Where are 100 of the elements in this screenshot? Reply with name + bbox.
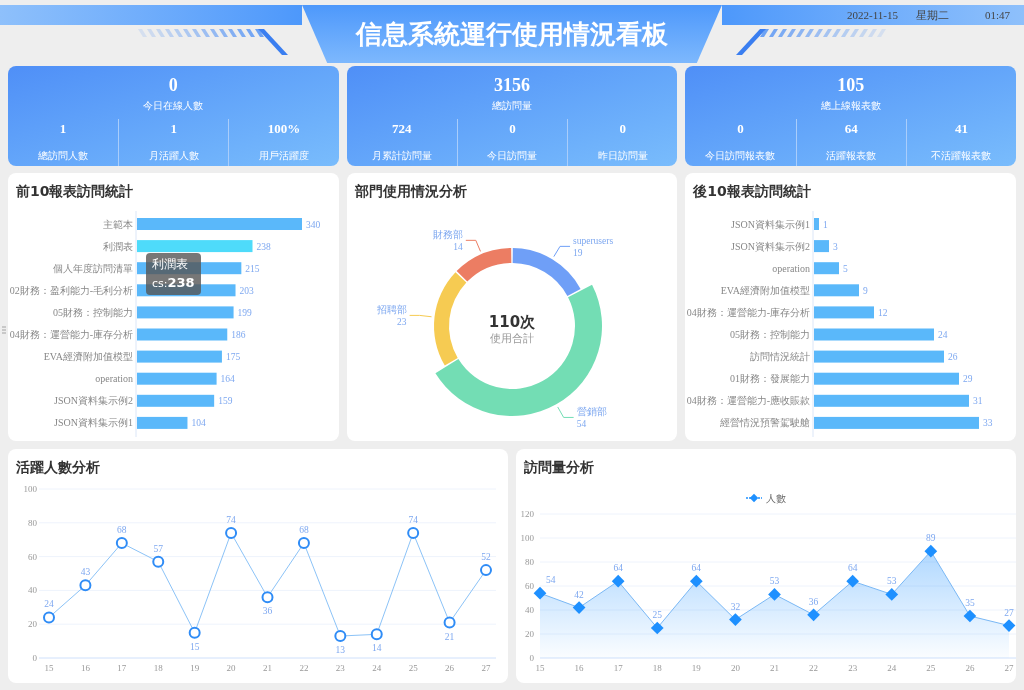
data-point[interactable] <box>689 574 703 588</box>
donut-slice[interactable] <box>433 272 466 366</box>
category-label: JSON資料集示例1 <box>54 417 133 429</box>
data-point[interactable] <box>611 574 625 588</box>
data-point[interactable] <box>963 609 977 623</box>
x-tick: 19 <box>691 663 701 673</box>
data-point[interactable] <box>533 586 547 600</box>
data-point[interactable] <box>152 555 165 568</box>
bar[interactable] <box>814 394 970 407</box>
value-label: 57 <box>153 543 163 554</box>
bar[interactable] <box>814 350 945 363</box>
category-label: 04財務：運營能力-庫存分析 <box>687 306 811 318</box>
data-point[interactable] <box>572 601 586 614</box>
y-tick: 120 <box>520 509 534 519</box>
data-point[interactable] <box>729 613 742 626</box>
y-tick: 0 <box>529 653 534 663</box>
x-tick: 25 <box>408 663 418 673</box>
value-label: 15 <box>189 641 200 652</box>
category-label: JSON資料集示例2 <box>54 395 133 407</box>
bar[interactable] <box>137 350 222 363</box>
value-label: 54 <box>546 575 556 586</box>
legend[interactable]: 人數 <box>745 493 786 504</box>
bar[interactable] <box>137 306 234 319</box>
value-label: 33 <box>983 418 993 429</box>
card-title: 訪問量分析 <box>523 458 595 477</box>
value-label: 215 <box>245 263 260 274</box>
stat-label: 總訪問人數 <box>38 149 89 163</box>
value-label: 89 <box>926 533 936 544</box>
time-text: 01:47 <box>984 7 1010 23</box>
x-tick: 19 <box>190 663 200 673</box>
category-label: 01財務：發展能力 <box>730 373 811 385</box>
data-point[interactable] <box>807 608 820 622</box>
value-label: 175 <box>225 352 241 363</box>
data-point[interactable] <box>924 544 938 558</box>
value-label: 12 <box>878 307 888 318</box>
data-point[interactable] <box>334 630 347 643</box>
data-point[interactable] <box>225 526 238 539</box>
data-point[interactable] <box>846 574 860 588</box>
bar[interactable] <box>814 284 860 297</box>
data-point[interactable] <box>370 628 383 641</box>
value-label: 31 <box>973 396 983 407</box>
x-tick: 22 <box>299 663 309 673</box>
y-tick: 60 <box>525 581 534 591</box>
bar[interactable] <box>137 372 217 385</box>
stat-label: 月活躍人數 <box>148 149 199 163</box>
y-tick: 60 <box>28 551 37 562</box>
data-point[interactable] <box>43 611 55 624</box>
bar[interactable] <box>814 240 830 253</box>
stat-label: 今日在線人數 <box>143 99 204 113</box>
bar[interactable] <box>814 416 980 429</box>
data-point[interactable] <box>297 537 310 550</box>
category-label: 05財務：控制能力 <box>730 329 811 340</box>
bar[interactable] <box>814 262 840 275</box>
donut-slice[interactable] <box>512 248 581 296</box>
stat-label: 月累計訪問量 <box>371 149 432 163</box>
x-tick: 20 <box>226 663 236 673</box>
value-label: 53 <box>769 576 780 587</box>
bar[interactable] <box>137 416 188 429</box>
tooltip-value: cs:238 <box>152 274 195 292</box>
data-point[interactable] <box>79 579 92 592</box>
x-tick: 27 <box>481 663 491 673</box>
category-label: EVA經濟附加值模型 <box>721 284 811 296</box>
data-point[interactable] <box>115 537 128 550</box>
card-title: 活躍人數分析 <box>15 458 101 477</box>
value-label: 68 <box>299 525 309 536</box>
value-label: 104 <box>191 418 206 429</box>
stat-label: 活躍報表數 <box>826 149 877 163</box>
card-title: 後10報表訪問統計 <box>692 182 812 201</box>
data-point[interactable] <box>768 588 781 601</box>
value-label: 5 <box>843 263 849 274</box>
data-point[interactable] <box>407 526 420 539</box>
stat-value: 41 <box>954 120 968 138</box>
data-point[interactable] <box>188 626 201 639</box>
stat-label: 今日訪問量 <box>487 149 538 163</box>
value-label: 64 <box>613 563 623 574</box>
data-point[interactable] <box>1002 619 1016 632</box>
value-label: 203 <box>239 285 254 296</box>
total-label: 使用合計 <box>489 332 534 345</box>
data-point[interactable] <box>650 621 664 635</box>
data-point[interactable] <box>443 616 456 629</box>
value-label: 9 <box>863 285 869 296</box>
value-label: 164 <box>220 374 235 385</box>
x-tick: 16 <box>574 663 584 673</box>
stat-label: 用戶活躍度 <box>259 149 310 163</box>
bar[interactable] <box>814 372 960 385</box>
stat-value: 1 <box>170 120 178 138</box>
x-tick: 27 <box>1004 663 1014 673</box>
donut-slice[interactable] <box>456 248 511 282</box>
bar[interactable] <box>814 306 875 319</box>
bar[interactable] <box>814 218 820 230</box>
data-point[interactable] <box>885 588 899 601</box>
data-point[interactable] <box>261 591 274 604</box>
y-tick: 40 <box>525 605 534 615</box>
value-label: 14 <box>372 643 382 654</box>
data-point[interactable] <box>480 564 492 577</box>
value-label: 52 <box>481 552 491 563</box>
category-label: 主範本 <box>103 218 133 230</box>
value-label: 35 <box>965 598 975 608</box>
bar[interactable] <box>137 394 215 407</box>
x-tick: 18 <box>652 663 662 673</box>
